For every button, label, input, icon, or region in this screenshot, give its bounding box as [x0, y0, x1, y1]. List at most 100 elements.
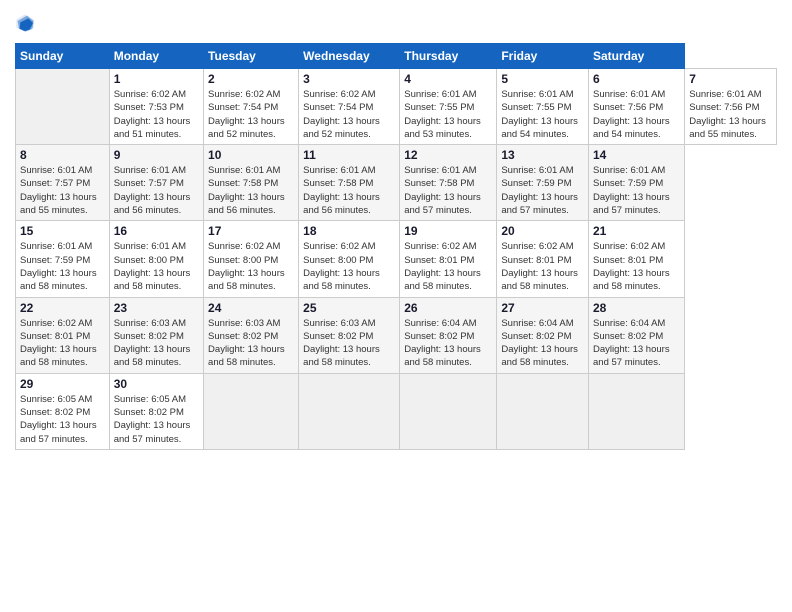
calendar-cell: 21 Sunrise: 6:02 AM Sunset: 8:01 PM Dayl… — [589, 221, 685, 297]
day-number: 6 — [593, 72, 680, 86]
day-number: 10 — [208, 148, 294, 162]
day-number: 25 — [303, 301, 395, 315]
calendar-cell: 1 Sunrise: 6:02 AM Sunset: 7:53 PM Dayli… — [109, 69, 203, 145]
calendar-cell — [497, 373, 589, 449]
calendar-cell: 14 Sunrise: 6:01 AM Sunset: 7:59 PM Dayl… — [589, 145, 685, 221]
calendar-cell: 24 Sunrise: 6:03 AM Sunset: 8:02 PM Dayl… — [204, 297, 299, 373]
day-number: 19 — [404, 224, 492, 238]
day-detail: Sunrise: 6:04 AM Sunset: 8:02 PM Dayligh… — [404, 317, 492, 370]
days-of-week-row: SundayMondayTuesdayWednesdayThursdayFrid… — [16, 44, 777, 69]
day-detail: Sunrise: 6:01 AM Sunset: 7:57 PM Dayligh… — [20, 164, 105, 217]
calendar-cell: 15 Sunrise: 6:01 AM Sunset: 7:59 PM Dayl… — [16, 221, 110, 297]
calendar-cell: 28 Sunrise: 6:04 AM Sunset: 8:02 PM Dayl… — [589, 297, 685, 373]
day-detail: Sunrise: 6:02 AM Sunset: 8:01 PM Dayligh… — [501, 240, 584, 293]
day-number: 21 — [593, 224, 680, 238]
day-detail: Sunrise: 6:04 AM Sunset: 8:02 PM Dayligh… — [593, 317, 680, 370]
day-detail: Sunrise: 6:01 AM Sunset: 7:56 PM Dayligh… — [593, 88, 680, 141]
day-number: 28 — [593, 301, 680, 315]
day-number: 1 — [114, 72, 199, 86]
page: SundayMondayTuesdayWednesdayThursdayFrid… — [0, 0, 792, 612]
calendar-cell: 27 Sunrise: 6:04 AM Sunset: 8:02 PM Dayl… — [497, 297, 589, 373]
calendar-cell: 29 Sunrise: 6:05 AM Sunset: 8:02 PM Dayl… — [16, 373, 110, 449]
day-number: 2 — [208, 72, 294, 86]
day-detail: Sunrise: 6:03 AM Sunset: 8:02 PM Dayligh… — [303, 317, 395, 370]
day-detail: Sunrise: 6:01 AM Sunset: 7:57 PM Dayligh… — [114, 164, 199, 217]
logo-icon — [15, 13, 35, 33]
day-number: 26 — [404, 301, 492, 315]
calendar-cell: 30 Sunrise: 6:05 AM Sunset: 8:02 PM Dayl… — [109, 373, 203, 449]
day-detail: Sunrise: 6:02 AM Sunset: 8:00 PM Dayligh… — [303, 240, 395, 293]
day-detail: Sunrise: 6:01 AM Sunset: 7:58 PM Dayligh… — [208, 164, 294, 217]
calendar-cell — [299, 373, 400, 449]
day-detail: Sunrise: 6:02 AM Sunset: 7:54 PM Dayligh… — [303, 88, 395, 141]
calendar-cell: 17 Sunrise: 6:02 AM Sunset: 8:00 PM Dayl… — [204, 221, 299, 297]
logo — [15, 15, 39, 33]
day-number: 4 — [404, 72, 492, 86]
calendar-cell: 18 Sunrise: 6:02 AM Sunset: 8:00 PM Dayl… — [299, 221, 400, 297]
day-detail: Sunrise: 6:02 AM Sunset: 8:01 PM Dayligh… — [593, 240, 680, 293]
calendar-cell: 7 Sunrise: 6:01 AM Sunset: 7:56 PM Dayli… — [685, 69, 777, 145]
calendar-cell: 6 Sunrise: 6:01 AM Sunset: 7:56 PM Dayli… — [589, 69, 685, 145]
day-number: 11 — [303, 148, 395, 162]
day-number: 22 — [20, 301, 105, 315]
day-number: 17 — [208, 224, 294, 238]
calendar-cell: 13 Sunrise: 6:01 AM Sunset: 7:59 PM Dayl… — [497, 145, 589, 221]
day-detail: Sunrise: 6:01 AM Sunset: 7:56 PM Dayligh… — [689, 88, 772, 141]
dow-header: Thursday — [400, 44, 497, 69]
day-number: 18 — [303, 224, 395, 238]
calendar-cell: 22 Sunrise: 6:02 AM Sunset: 8:01 PM Dayl… — [16, 297, 110, 373]
day-detail: Sunrise: 6:01 AM Sunset: 8:00 PM Dayligh… — [114, 240, 199, 293]
day-number: 30 — [114, 377, 199, 391]
calendar-cell: 11 Sunrise: 6:01 AM Sunset: 7:58 PM Dayl… — [299, 145, 400, 221]
dow-header: Tuesday — [204, 44, 299, 69]
day-detail: Sunrise: 6:03 AM Sunset: 8:02 PM Dayligh… — [208, 317, 294, 370]
day-number: 13 — [501, 148, 584, 162]
day-detail: Sunrise: 6:01 AM Sunset: 7:55 PM Dayligh… — [404, 88, 492, 141]
day-number: 23 — [114, 301, 199, 315]
calendar-cell — [400, 373, 497, 449]
calendar-cell: 10 Sunrise: 6:01 AM Sunset: 7:58 PM Dayl… — [204, 145, 299, 221]
calendar-cell: 4 Sunrise: 6:01 AM Sunset: 7:55 PM Dayli… — [400, 69, 497, 145]
calendar-cell: 5 Sunrise: 6:01 AM Sunset: 7:55 PM Dayli… — [497, 69, 589, 145]
day-detail: Sunrise: 6:02 AM Sunset: 8:01 PM Dayligh… — [404, 240, 492, 293]
day-number: 9 — [114, 148, 199, 162]
day-detail: Sunrise: 6:01 AM Sunset: 7:59 PM Dayligh… — [20, 240, 105, 293]
calendar-cell: 23 Sunrise: 6:03 AM Sunset: 8:02 PM Dayl… — [109, 297, 203, 373]
day-number: 16 — [114, 224, 199, 238]
day-detail: Sunrise: 6:01 AM Sunset: 7:59 PM Dayligh… — [593, 164, 680, 217]
calendar-cell — [204, 373, 299, 449]
calendar-cell: 12 Sunrise: 6:01 AM Sunset: 7:58 PM Dayl… — [400, 145, 497, 221]
dow-header: Sunday — [16, 44, 110, 69]
calendar-cell: 16 Sunrise: 6:01 AM Sunset: 8:00 PM Dayl… — [109, 221, 203, 297]
dow-header: Saturday — [589, 44, 685, 69]
day-detail: Sunrise: 6:02 AM Sunset: 7:53 PM Dayligh… — [114, 88, 199, 141]
day-number: 15 — [20, 224, 105, 238]
calendar-cell: 19 Sunrise: 6:02 AM Sunset: 8:01 PM Dayl… — [400, 221, 497, 297]
calendar-cell: 26 Sunrise: 6:04 AM Sunset: 8:02 PM Dayl… — [400, 297, 497, 373]
day-detail: Sunrise: 6:01 AM Sunset: 7:59 PM Dayligh… — [501, 164, 584, 217]
calendar-cell: 25 Sunrise: 6:03 AM Sunset: 8:02 PM Dayl… — [299, 297, 400, 373]
day-detail: Sunrise: 6:02 AM Sunset: 7:54 PM Dayligh… — [208, 88, 294, 141]
day-number: 3 — [303, 72, 395, 86]
day-detail: Sunrise: 6:04 AM Sunset: 8:02 PM Dayligh… — [501, 317, 584, 370]
calendar-cell — [589, 373, 685, 449]
day-detail: Sunrise: 6:02 AM Sunset: 8:00 PM Dayligh… — [208, 240, 294, 293]
header — [15, 15, 777, 33]
dow-header: Friday — [497, 44, 589, 69]
day-detail: Sunrise: 6:01 AM Sunset: 7:58 PM Dayligh… — [303, 164, 395, 217]
day-number: 5 — [501, 72, 584, 86]
dow-header: Wednesday — [299, 44, 400, 69]
dow-header: Monday — [109, 44, 203, 69]
day-number: 27 — [501, 301, 584, 315]
calendar-cell: 9 Sunrise: 6:01 AM Sunset: 7:57 PM Dayli… — [109, 145, 203, 221]
calendar-cell: 20 Sunrise: 6:02 AM Sunset: 8:01 PM Dayl… — [497, 221, 589, 297]
day-detail: Sunrise: 6:03 AM Sunset: 8:02 PM Dayligh… — [114, 317, 199, 370]
calendar-cell: 2 Sunrise: 6:02 AM Sunset: 7:54 PM Dayli… — [204, 69, 299, 145]
day-number: 29 — [20, 377, 105, 391]
day-detail: Sunrise: 6:01 AM Sunset: 7:58 PM Dayligh… — [404, 164, 492, 217]
day-number: 8 — [20, 148, 105, 162]
calendar-cell: 3 Sunrise: 6:02 AM Sunset: 7:54 PM Dayli… — [299, 69, 400, 145]
calendar: SundayMondayTuesdayWednesdayThursdayFrid… — [15, 43, 777, 450]
day-number: 20 — [501, 224, 584, 238]
day-number: 7 — [689, 72, 772, 86]
